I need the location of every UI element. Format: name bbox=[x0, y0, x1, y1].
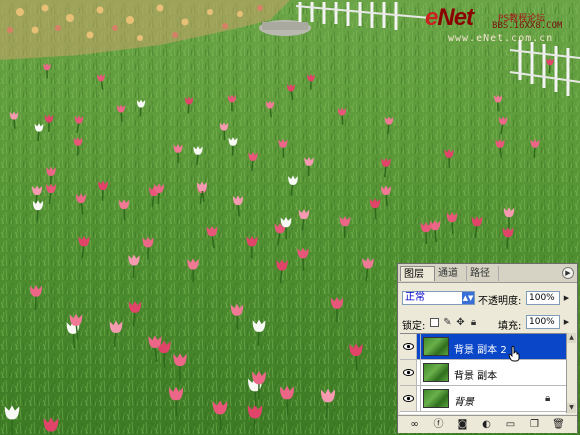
new-layer-icon[interactable]: ❐ bbox=[528, 418, 541, 431]
layer-style-icon[interactable]: ⓕ bbox=[432, 418, 445, 431]
chevron-updown-icon: ▲▼ bbox=[462, 292, 474, 304]
lock-pixels-brush-icon[interactable]: ✎ bbox=[442, 317, 453, 328]
watermark-site-url: www.eNet.com.cn bbox=[448, 33, 554, 44]
visibility-toggle[interactable] bbox=[400, 360, 417, 385]
layer-row-bg-copy[interactable]: 背景 副本 bbox=[400, 360, 566, 386]
adjustment-layer-icon[interactable]: ◐ bbox=[480, 418, 493, 431]
opacity-slider-arrow-icon[interactable]: ▶ bbox=[562, 292, 571, 304]
eye-icon bbox=[403, 395, 414, 402]
layers-list: 背景 副本 2 背景 副本 背景 🔒︎ bbox=[400, 333, 566, 414]
layers-scrollbar[interactable]: ▲ ▼ bbox=[566, 333, 576, 413]
link-column bbox=[417, 386, 421, 411]
layer-name: 背景 bbox=[454, 397, 474, 408]
tab-channels[interactable]: 通道 bbox=[435, 266, 467, 281]
tab-layers[interactable]: 图层 bbox=[400, 266, 435, 281]
lock-label: 锁定: bbox=[402, 321, 426, 332]
scroll-up-icon[interactable]: ▲ bbox=[567, 333, 576, 343]
layer-name: 背景 副本 2 bbox=[454, 345, 507, 356]
layers-panel: 图层 通道 路径 ▶ 正常 ▲▼ 不透明度: 100% ▶ 锁定: ✎ ✥ 🔒︎… bbox=[397, 263, 578, 433]
tab-paths[interactable]: 路径 bbox=[467, 266, 499, 281]
layer-mask-icon[interactable]: ◙ bbox=[456, 418, 469, 431]
scroll-down-icon[interactable]: ▼ bbox=[567, 403, 576, 413]
eye-icon bbox=[403, 369, 414, 376]
eye-icon bbox=[403, 343, 414, 350]
visibility-toggle[interactable] bbox=[400, 334, 417, 359]
opacity-input[interactable]: 100% bbox=[526, 291, 560, 305]
panel-menu-button[interactable]: ▶ bbox=[562, 267, 574, 279]
layer-row-background[interactable]: 背景 🔒︎ bbox=[400, 386, 566, 412]
layer-thumbnail bbox=[423, 389, 449, 408]
watermark-forum-url: BBS.16XX8.COM bbox=[492, 21, 563, 31]
watermark-logo: eNet bbox=[425, 4, 474, 32]
visibility-toggle[interactable] bbox=[400, 386, 417, 411]
opacity-label: 不透明度: bbox=[478, 296, 522, 307]
link-column bbox=[417, 334, 421, 359]
lock-position-move-icon[interactable]: ✥ bbox=[455, 317, 466, 328]
blend-mode-select[interactable]: 正常 ▲▼ bbox=[402, 291, 475, 305]
blend-mode-value: 正常 bbox=[405, 292, 425, 303]
layer-lock-icon: 🔒︎ bbox=[545, 393, 551, 404]
new-group-icon[interactable]: ▭ bbox=[504, 418, 517, 431]
panel-tabs: 图层 通道 路径 ▶ bbox=[398, 264, 577, 283]
lock-all-icon[interactable]: 🔒︎ bbox=[468, 317, 479, 328]
layer-name: 背景 副本 bbox=[454, 371, 498, 382]
fill-label: 填充: bbox=[498, 321, 522, 332]
layer-row-bg-copy-2[interactable]: 背景 副本 2 bbox=[400, 334, 566, 362]
layer-thumbnail bbox=[423, 363, 449, 382]
fill-input[interactable]: 100% bbox=[526, 315, 560, 329]
trash-icon[interactable]: 🗑︎ bbox=[552, 418, 565, 431]
link-column bbox=[417, 360, 421, 385]
link-layers-icon[interactable]: ∞ bbox=[408, 418, 421, 431]
fill-slider-arrow-icon[interactable]: ▶ bbox=[562, 316, 571, 328]
watermark-logo-e: e bbox=[425, 4, 438, 31]
layers-bottom-toolbar: ∞ ⓕ ◙ ◐ ▭ ❐ 🗑︎ bbox=[398, 415, 577, 433]
lock-transparency-icon[interactable] bbox=[430, 318, 439, 327]
watermark-logo-net: Net bbox=[437, 4, 474, 31]
layer-thumbnail bbox=[423, 337, 449, 356]
